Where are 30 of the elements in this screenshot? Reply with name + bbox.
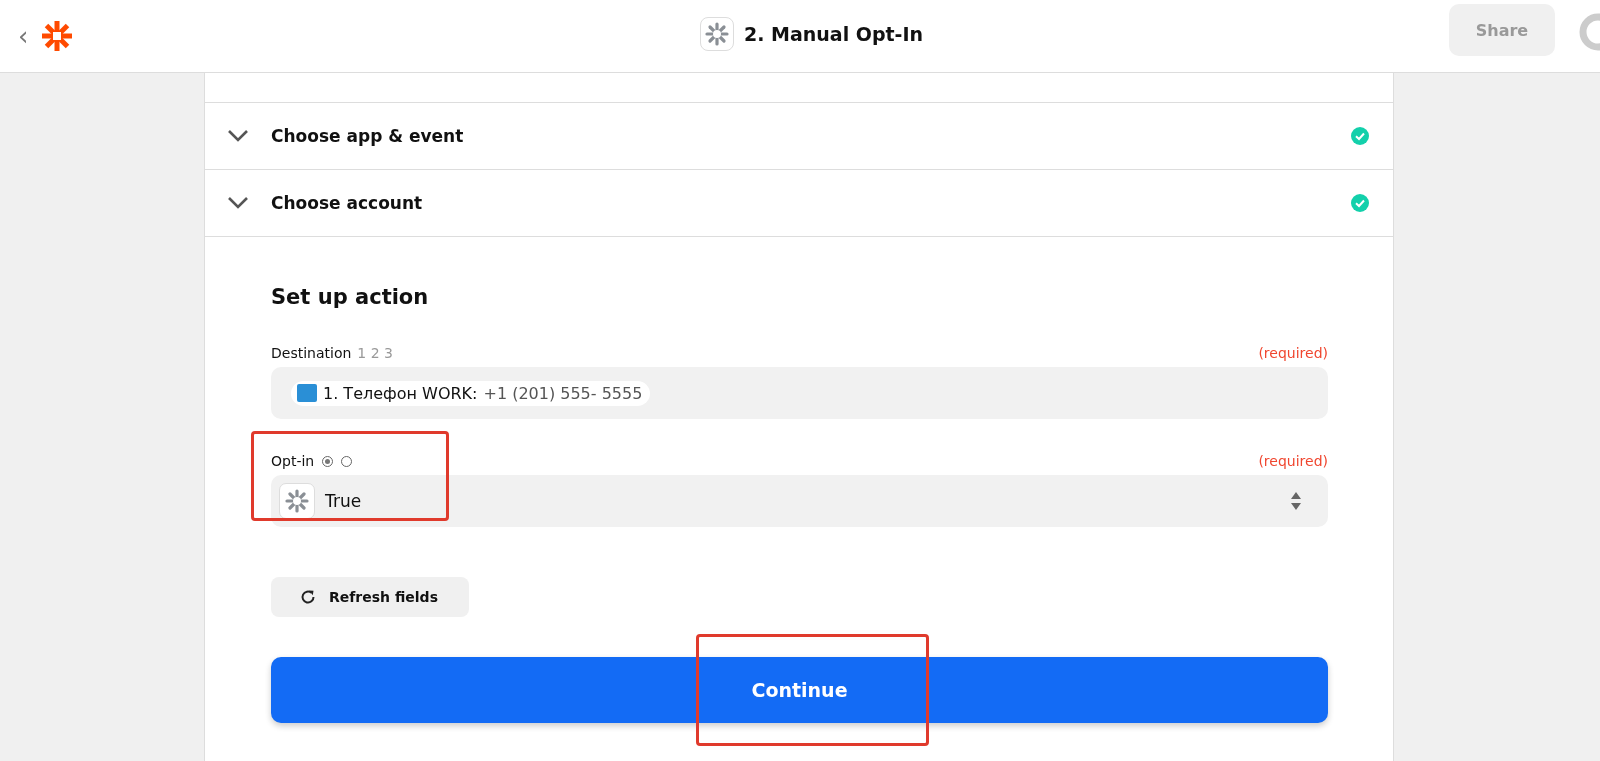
gear-icon	[285, 489, 309, 513]
app-icon	[700, 17, 734, 51]
section-title: Choose app & event	[271, 126, 465, 146]
continue-button[interactable]: Continue	[271, 657, 1328, 723]
check-circle-icon	[1351, 127, 1369, 145]
field-label: Destination	[271, 345, 352, 361]
chevron-icon	[227, 196, 249, 210]
required-label: (required)	[1258, 453, 1328, 469]
required-label: (required)	[1258, 345, 1328, 361]
chip-label: 1. Телефон WORK:	[323, 383, 478, 403]
zap-step-title: 2. Manual Opt-In	[744, 23, 924, 45]
field-hint: 1 2 3	[357, 345, 393, 361]
accordion-section[interactable]: Choose account	[205, 170, 1393, 237]
field-chip[interactable]: 1. Телефон WORK: +1 (201) 555- 5555	[291, 380, 651, 406]
section-heading: Set up action	[271, 285, 430, 309]
select-value: True	[325, 491, 362, 511]
back-button[interactable]: ‹	[18, 23, 38, 49]
app-icon	[297, 384, 317, 402]
refresh-icon	[299, 588, 317, 606]
chevron-icon	[227, 129, 249, 143]
refresh-fields-button[interactable]: Refresh fields	[271, 577, 469, 617]
section-title: Choose account	[271, 193, 424, 213]
destination-field[interactable]: 1. Телефон WORK: +1 (201) 555- 5555	[271, 367, 1328, 419]
select-field[interactable]: True	[271, 475, 1328, 527]
check-circle-icon	[1351, 194, 1369, 212]
chip-value: +1 (201) 555- 5555	[483, 383, 643, 403]
field-label: Opt-in	[271, 453, 315, 469]
asterisk-logo-icon[interactable]	[40, 19, 74, 53]
up-down-icon	[1290, 491, 1302, 511]
accordion-section[interactable]: Choose app & event	[205, 103, 1393, 170]
